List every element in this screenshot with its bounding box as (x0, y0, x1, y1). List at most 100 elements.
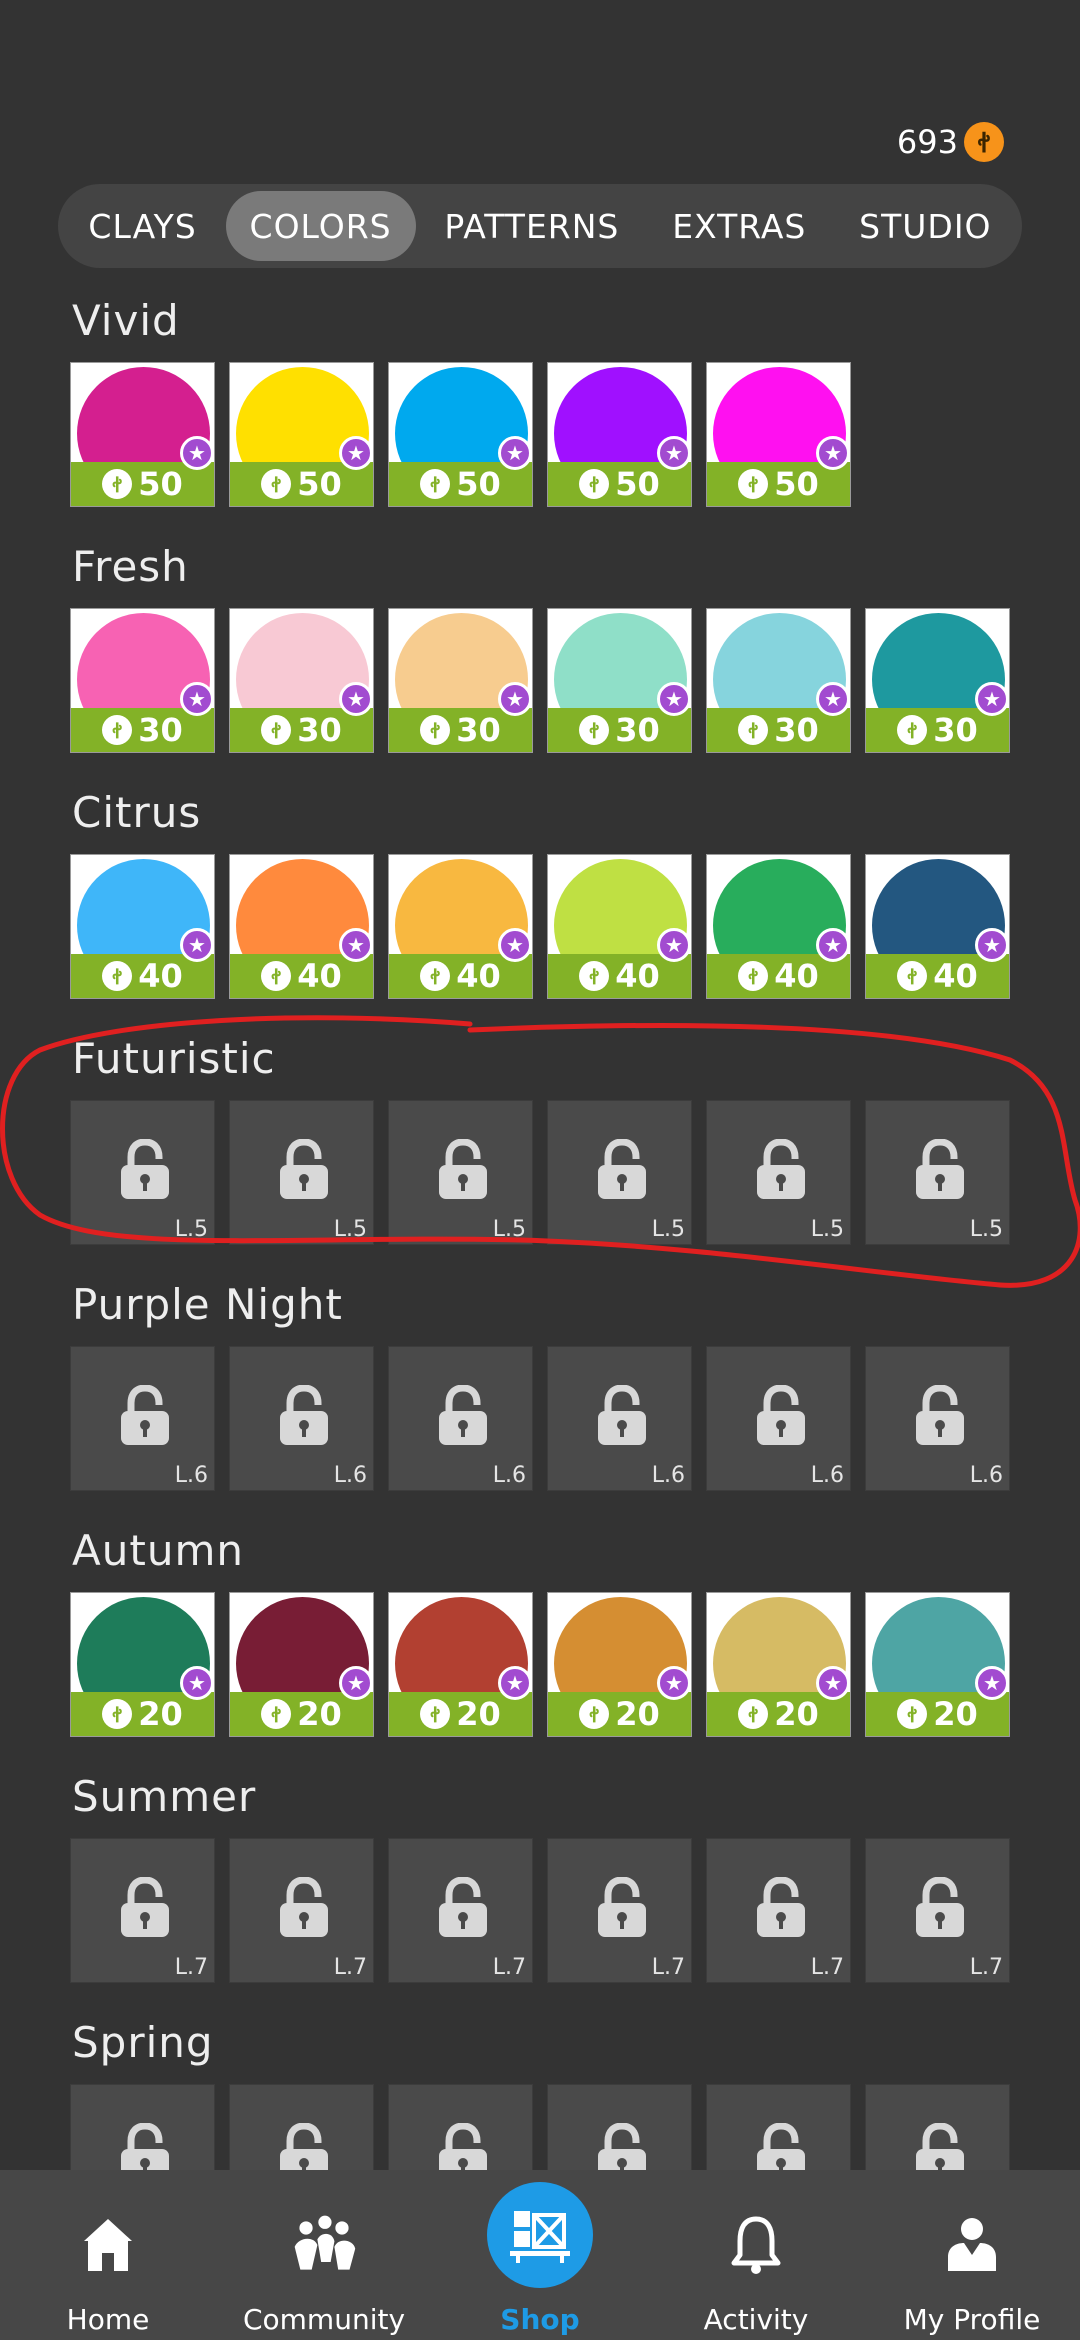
star-badge-icon: ★ (816, 682, 850, 716)
star-badge-icon: ★ (180, 436, 214, 470)
color-swatch[interactable]: ꬷ 30 ★ (865, 608, 1010, 753)
nav-home-label: Home (66, 2303, 150, 2336)
lock-icon (118, 2122, 172, 2170)
lock-icon (436, 1138, 490, 1201)
color-swatch[interactable]: ꬷ 40 ★ (706, 854, 851, 999)
tab-extras[interactable]: EXTRAS (648, 191, 830, 261)
section-citrus: Citrus ꬷ 40 ★ ꬷ 40 ★ ꬷ 40 ★ ꬷ 40 ★ ꬷ 40 ★ ꬷ 40 ★ (0, 788, 1080, 1034)
star-badge-icon: ★ (498, 1666, 532, 1700)
lock-icon (595, 1876, 649, 1939)
locked-color-swatch[interactable]: L.7 (229, 1838, 374, 1983)
coin-icon: ꬷ (420, 469, 451, 499)
color-swatch[interactable]: ꬷ 30 ★ (70, 608, 215, 753)
section-title: Spring (72, 2018, 214, 2067)
price-value: 20 (138, 1695, 183, 1733)
unlock-level: L.6 (651, 1463, 685, 1488)
lock-icon (754, 1876, 808, 1939)
locked-color-swatch[interactable]: L.6 (70, 1346, 215, 1491)
price-value: 30 (297, 711, 342, 749)
star-badge-icon: ★ (816, 1666, 850, 1700)
price-value: 50 (615, 465, 660, 503)
locked-color-swatch[interactable]: L.6 (865, 1346, 1010, 1491)
coin-icon: ꬷ (102, 715, 133, 745)
color-swatch[interactable]: ꬷ 40 ★ (70, 854, 215, 999)
star-badge-icon: ★ (816, 928, 850, 962)
color-swatch[interactable]: ꬷ 20 ★ (229, 1592, 374, 1737)
lock-icon (913, 1876, 967, 1939)
color-swatch[interactable]: ꬷ 50 ★ (388, 362, 533, 507)
color-swatch[interactable]: ꬷ 30 ★ (547, 608, 692, 753)
price-value: 30 (774, 711, 819, 749)
locked-color-swatch[interactable]: L.6 (229, 1346, 374, 1491)
section-vivid: Vivid ꬷ 50 ★ ꬷ 50 ★ ꬷ 50 ★ ꬷ 50 ★ ꬷ 50 ★ (0, 296, 1080, 542)
locked-color-swatch[interactable]: L.5 (547, 1100, 692, 1245)
coin-icon: ꬷ (738, 715, 769, 745)
color-swatch[interactable]: ꬷ 20 ★ (547, 1592, 692, 1737)
locked-color-swatch[interactable]: L.7 (547, 1838, 692, 1983)
star-badge-icon: ★ (339, 928, 373, 962)
color-swatch[interactable]: ꬷ 20 ★ (388, 1592, 533, 1737)
unlock-level: L.7 (174, 1955, 208, 1980)
lock-icon (913, 1384, 967, 1447)
color-swatch[interactable]: ꬷ 50 ★ (547, 362, 692, 507)
color-swatch[interactable]: ꬷ 30 ★ (706, 608, 851, 753)
nav-shop[interactable]: Shop (432, 2170, 648, 2340)
nav-activity[interactable]: Activity (648, 2170, 864, 2340)
color-swatch[interactable]: ꬷ 20 ★ (706, 1592, 851, 1737)
locked-color-swatch[interactable] (70, 2084, 215, 2170)
locked-color-swatch[interactable]: L.7 (706, 1838, 851, 1983)
locked-color-swatch[interactable]: L.6 (706, 1346, 851, 1491)
locked-color-swatch[interactable]: L.5 (70, 1100, 215, 1245)
locked-color-swatch[interactable] (388, 2084, 533, 2170)
tab-studio[interactable]: STUDIO (835, 191, 1015, 261)
tab-clays[interactable]: CLAYS (64, 191, 220, 261)
price-value: 30 (933, 711, 978, 749)
price-value: 20 (933, 1695, 978, 1733)
star-badge-icon: ★ (816, 436, 850, 470)
locked-color-swatch[interactable]: L.6 (547, 1346, 692, 1491)
lock-icon (277, 2122, 331, 2170)
swatch-row: L.6 L.6 L.6 L.6 L.6 L.6 (70, 1346, 1010, 1491)
color-swatch[interactable]: ꬷ 30 ★ (229, 608, 374, 753)
color-swatch[interactable]: ꬷ 40 ★ (388, 854, 533, 999)
price-value: 50 (297, 465, 342, 503)
coin-icon: ꬷ (420, 1699, 451, 1729)
nav-home[interactable]: Home (0, 2170, 216, 2340)
color-swatch[interactable]: ꬷ 40 ★ (229, 854, 374, 999)
nav-community[interactable]: Community (216, 2170, 432, 2340)
color-swatch[interactable]: ꬷ 40 ★ (547, 854, 692, 999)
lock-icon (436, 2122, 490, 2170)
color-swatch[interactable]: ꬷ 50 ★ (229, 362, 374, 507)
color-swatch[interactable]: ꬷ 40 ★ (865, 854, 1010, 999)
locked-color-swatch[interactable] (865, 2084, 1010, 2170)
color-swatch[interactable]: ꬷ 20 ★ (865, 1592, 1010, 1737)
bottom-nav: Home Community Shop Activity My Profile (0, 2170, 1080, 2340)
locked-color-swatch[interactable]: L.7 (388, 1838, 533, 1983)
color-swatch[interactable]: ꬷ 30 ★ (388, 608, 533, 753)
nav-profile[interactable]: My Profile (864, 2170, 1080, 2340)
unlock-level: L.7 (969, 1955, 1003, 1980)
locked-color-swatch[interactable] (547, 2084, 692, 2170)
locked-color-swatch[interactable]: L.7 (70, 1838, 215, 1983)
locked-color-swatch[interactable]: L.5 (388, 1100, 533, 1245)
coin-icon: ꬷ (261, 961, 292, 991)
color-swatch[interactable]: ꬷ 50 ★ (70, 362, 215, 507)
swatch-row: L.5 L.5 L.5 L.5 L.5 L.5 (70, 1100, 1010, 1245)
locked-color-swatch[interactable]: L.5 (706, 1100, 851, 1245)
lock-icon (436, 1384, 490, 1447)
tab-patterns[interactable]: PATTERNS (420, 191, 643, 261)
star-badge-icon: ★ (180, 928, 214, 962)
locked-color-swatch[interactable]: L.7 (865, 1838, 1010, 1983)
color-swatch[interactable]: ꬷ 20 ★ (70, 1592, 215, 1737)
coin-icon: ꬷ (738, 1699, 769, 1729)
color-swatch[interactable]: ꬷ 50 ★ (706, 362, 851, 507)
locked-color-swatch[interactable]: L.6 (388, 1346, 533, 1491)
locked-color-swatch[interactable]: L.5 (865, 1100, 1010, 1245)
tab-colors[interactable]: COLORS (225, 191, 416, 261)
locked-color-swatch[interactable] (229, 2084, 374, 2170)
locked-color-swatch[interactable]: L.5 (229, 1100, 374, 1245)
locked-color-swatch[interactable] (706, 2084, 851, 2170)
swatch-row: ꬷ 20 ★ ꬷ 20 ★ ꬷ 20 ★ ꬷ 20 ★ ꬷ 20 ★ ꬷ 20 ★ (70, 1592, 1010, 1737)
nav-shop-label: Shop (500, 2303, 580, 2336)
lock-icon (913, 1138, 967, 1201)
